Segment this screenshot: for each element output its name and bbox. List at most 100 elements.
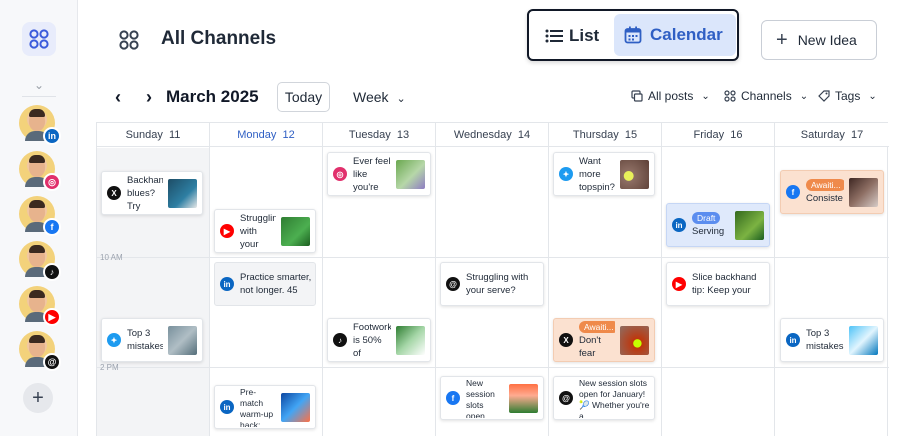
channels-grid-icon	[119, 30, 139, 50]
post-thumbnail	[396, 159, 425, 189]
instagram-icon: ◎	[43, 173, 61, 191]
range-select[interactable]: Week ⌄	[353, 89, 406, 105]
day-header-monday: Monday 12	[210, 123, 323, 147]
post-card[interactable]: @ New session slots open for January! 🎾 …	[553, 376, 655, 420]
channel-avatar-threads[interactable]: @	[19, 331, 61, 371]
sidebar: ⌄ in ◎ f ♪ ▶ @ +	[0, 0, 78, 436]
new-idea-button[interactable]: + New Idea	[761, 20, 877, 60]
channel-avatar-instagram[interactable]: ◎	[19, 151, 61, 191]
all-posts-filter[interactable]: All posts ⌄	[631, 89, 710, 103]
list-icon	[545, 29, 563, 43]
channel-avatar-youtube[interactable]: ▶	[19, 286, 61, 326]
post-card[interactable]: ✦ Want more topspin?	[553, 152, 655, 196]
list-view-label: List	[569, 26, 600, 45]
linkedin-icon: in	[672, 218, 686, 232]
calendar-view-label: Calendar	[650, 25, 723, 44]
facebook-icon: f	[786, 185, 800, 199]
post-card-draft[interactable]: in Draft Serving	[666, 203, 770, 247]
chevron-down-icon: ⌄	[701, 90, 710, 102]
post-thumbnail	[620, 159, 649, 189]
week-calendar: Sunday 11 Monday 12 Tuesday 13 Wednesday…	[96, 122, 889, 436]
channels-grid-icon	[29, 29, 49, 49]
all-posts-label: All posts	[648, 89, 694, 103]
range-label: Week	[353, 89, 389, 105]
previous-week-button[interactable]: ‹	[108, 86, 128, 108]
status-badge: Awaiti...	[579, 320, 615, 333]
channel-avatar-facebook[interactable]: f	[19, 196, 61, 236]
tiktok-icon: ♪	[333, 333, 347, 347]
tiktok-icon: ♪	[43, 263, 61, 281]
post-thumbnail	[396, 325, 425, 355]
new-idea-label: New Idea	[797, 32, 857, 48]
linkedin-icon: in	[786, 333, 800, 347]
plus-icon: +	[776, 28, 788, 51]
linkedin-icon: in	[220, 400, 234, 414]
x-icon: X	[559, 333, 573, 347]
post-card[interactable]: f New session slots open	[440, 376, 544, 420]
tags-filter[interactable]: Tags ⌄	[818, 89, 877, 103]
post-thumbnail	[281, 216, 310, 246]
instagram-icon: ◎	[333, 167, 347, 181]
post-thumbnail	[620, 325, 649, 355]
youtube-icon: ▶	[43, 308, 61, 326]
linkedin-icon: in	[220, 277, 234, 291]
chevron-down-icon: ⌄	[799, 90, 809, 102]
sidebar-divider	[22, 96, 56, 97]
post-card[interactable]: in Top 3 mistakes	[780, 318, 884, 362]
chevron-down-icon: ⌄	[868, 90, 877, 102]
tags-filter-label: Tags	[835, 89, 861, 103]
threads-icon: @	[43, 353, 61, 371]
list-view-button[interactable]: List	[539, 19, 611, 53]
post-card[interactable]: ✦ Top 3 mistakes	[101, 318, 203, 362]
post-thumbnail	[735, 210, 764, 240]
channels-filter-label: Channels	[741, 89, 792, 103]
calendar-view-button[interactable]: Calendar	[614, 14, 736, 56]
day-header-tuesday: Tuesday 13	[323, 123, 436, 147]
post-thumbnail	[509, 383, 538, 413]
page-title: All Channels	[161, 28, 277, 49]
post-thumbnail	[281, 392, 310, 422]
time-label-10am: 10 AM	[100, 253, 123, 262]
post-card-awaiting[interactable]: X Awaiti... Don't fear	[553, 318, 655, 362]
post-thumbnail	[168, 325, 197, 355]
collapse-chevron-icon[interactable]: ⌄	[31, 78, 47, 92]
channel-avatar-linkedin[interactable]: in	[19, 105, 61, 145]
channels-filter[interactable]: Channels ⌄	[724, 89, 808, 103]
post-card[interactable]: ♪ Footwork is 50% of	[327, 318, 431, 362]
youtube-icon: ▶	[672, 277, 686, 291]
post-card[interactable]: ◎ Ever feel like you're	[327, 152, 431, 196]
day-header-saturday: Saturday 17	[775, 123, 889, 147]
post-thumbnail	[849, 325, 878, 355]
time-label-2pm: 2 PM	[100, 363, 119, 372]
post-thumbnail	[849, 177, 878, 207]
post-card[interactable]: @ Struggling with your serve?	[440, 262, 544, 306]
add-channel-button[interactable]: +	[23, 383, 53, 413]
day-header-sunday: Sunday 11	[97, 123, 210, 147]
youtube-icon: ▶	[220, 224, 234, 238]
status-badge: Awaiti...	[806, 179, 844, 191]
post-card-awaiting[interactable]: f Awaiti... Consiste	[780, 170, 884, 214]
channel-avatar-tiktok[interactable]: ♪	[19, 241, 61, 281]
day-header-friday: Friday 16	[662, 123, 775, 147]
today-button[interactable]: Today	[277, 82, 330, 112]
all-channels-logo[interactable]	[22, 22, 56, 56]
linkedin-icon: in	[43, 127, 61, 145]
post-card[interactable]: in Pre-match warm-up hack: Don't	[214, 385, 316, 429]
threads-icon: @	[559, 391, 573, 405]
bluesky-icon: ✦	[559, 167, 573, 181]
facebook-icon: f	[43, 218, 61, 236]
x-icon: X	[107, 186, 121, 200]
view-toggle: List Calendar	[527, 9, 739, 61]
channels-icon	[724, 90, 736, 102]
bluesky-icon: ✦	[107, 333, 121, 347]
current-month: March 2025	[166, 87, 259, 106]
chevron-down-icon: ⌄	[396, 93, 406, 105]
post-card[interactable]: in Practice smarter, not longer. 45	[214, 262, 316, 306]
next-week-button[interactable]: ›	[139, 86, 159, 108]
post-card[interactable]: ▶ Slice backhand tip: Keep your	[666, 262, 770, 306]
post-card[interactable]: ▶ Struggling with your	[214, 209, 316, 253]
post-card[interactable]: X Backhand blues? Try	[101, 171, 203, 215]
posts-icon	[631, 90, 643, 102]
day-header-wednesday: Wednesday 14	[436, 123, 549, 147]
post-thumbnail	[168, 178, 197, 208]
